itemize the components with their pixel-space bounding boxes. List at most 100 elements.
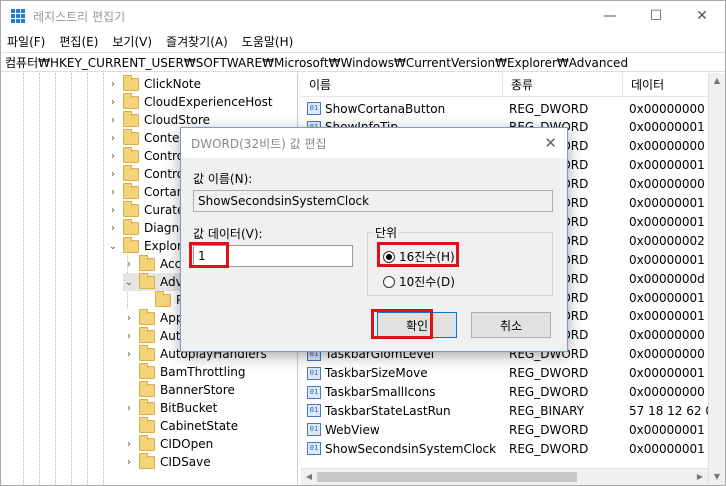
expand-chevron-icon[interactable]: › <box>107 205 119 216</box>
tree-item[interactable]: › Cortana <box>107 182 192 201</box>
expand-chevron-icon[interactable]: › <box>107 79 119 90</box>
column-header-name[interactable]: 이름 <box>301 73 503 97</box>
folder-icon <box>139 326 155 343</box>
value-type-cell: REG_DWORD <box>509 422 589 437</box>
value-row[interactable]: 01 TaskbarStateLastRun REG_BINARY 57 18 12 … <box>301 401 725 420</box>
folder-icon <box>123 92 139 109</box>
value-name-cell: 01 WebView <box>301 423 503 437</box>
value-name-cell: 01 TaskbarSmallIcons <box>301 385 503 399</box>
reg-dword-icon: 01 <box>307 404 321 418</box>
folder-icon <box>139 452 155 469</box>
menu-view[interactable]: 보기(V) <box>112 33 152 50</box>
value-row[interactable]: 01 TaskbarSmallIcons REG_DWORD 0x00000000 (… <box>301 383 725 402</box>
tree-item-label: CIDOpen <box>160 437 214 451</box>
value-row[interactable]: 01 TaskbarSizeMove REG_DWORD 0x00000001 (1 <box>301 364 725 383</box>
radio-dec-icon[interactable] <box>383 275 395 288</box>
minimize-button[interactable]: — <box>587 1 633 31</box>
tree-item-label: BannerStore <box>160 383 235 397</box>
maximize-button[interactable]: ☐ <box>633 1 679 31</box>
tree-item[interactable]: › ClickNote <box>107 74 201 93</box>
expand-chevron-icon[interactable]: ⌄ <box>107 241 119 252</box>
menu-edit[interactable]: 편집(E) <box>59 33 98 50</box>
value-name-field[interactable]: ShowSecondsinSystemClock <box>193 190 553 212</box>
menu-favorites[interactable]: 즐겨찾기(A) <box>166 33 228 50</box>
value-name-cell: 01 ShowCortanaButton <box>301 102 503 116</box>
close-button[interactable]: ✕ <box>679 1 725 31</box>
dialog-close-icon[interactable]: ✕ <box>544 134 557 152</box>
expand-chevron-icon[interactable]: › <box>123 457 135 468</box>
vertical-scrollbar[interactable]: ▲ ▼ <box>708 73 725 485</box>
expand-chevron-icon[interactable]: › <box>107 223 119 234</box>
reg-dword-icon: 01 <box>307 442 321 456</box>
tree-item[interactable]: › Auto <box>123 326 188 345</box>
folder-icon <box>123 200 139 217</box>
folder-icon <box>123 74 139 91</box>
tree-item[interactable]: › BitBucket <box>123 398 217 417</box>
folder-icon <box>123 182 139 199</box>
folder-icon <box>123 218 139 235</box>
expand-chevron-icon[interactable]: › <box>123 331 135 342</box>
tree-item[interactable]: CabinetState <box>123 416 239 435</box>
value-name: WebView <box>325 422 380 437</box>
cancel-button[interactable]: 취소 <box>471 312 551 338</box>
reg-dword-icon: 01 <box>307 366 321 380</box>
expand-chevron-icon[interactable]: › <box>123 439 135 450</box>
expand-chevron-icon[interactable]: › <box>107 115 119 126</box>
menu-file[interactable]: 파일(F) <box>7 33 45 50</box>
value-row[interactable]: 01 ShowCortanaButton REG_DWORD 0x00000000 (… <box>301 99 725 118</box>
tree-guide-line <box>23 73 24 485</box>
scroll-thumb[interactable] <box>317 472 577 482</box>
value-type-cell: REG_DWORD <box>509 101 589 116</box>
value-data-label: 값 데이터(V): <box>193 227 263 241</box>
tree-item[interactable]: › Control <box>107 146 187 165</box>
hex-radio-highlight <box>377 242 459 267</box>
tree-guide-line <box>87 73 88 485</box>
folder-icon <box>123 164 139 181</box>
tree-item[interactable]: BannerStore <box>123 380 235 399</box>
column-header-type[interactable]: 종류 <box>503 73 623 97</box>
value-type-cell: REG_DWORD <box>509 385 589 399</box>
base-group-label: 단위 <box>373 224 400 241</box>
expand-chevron-icon[interactable]: › <box>123 259 135 270</box>
menu-bar: 파일(F) 편집(E) 보기(V) 즐겨찾기(A) 도움말(H) <box>1 31 307 51</box>
expand-chevron-icon[interactable]: › <box>107 151 119 162</box>
expand-chevron-icon[interactable]: › <box>123 313 135 324</box>
tree-guide-line <box>55 73 56 485</box>
tree-item[interactable]: › Control <box>107 164 187 183</box>
reg-dword-icon: 01 <box>307 102 321 115</box>
expand-chevron-icon[interactable]: › <box>107 133 119 144</box>
scroll-up-icon[interactable]: ▲ <box>709 73 725 89</box>
value-type-cell: REG_DWORD <box>509 366 589 381</box>
tree-item[interactable]: BamThrottling <box>123 362 246 381</box>
expand-chevron-icon[interactable]: › <box>123 403 135 414</box>
value-row[interactable]: 01 WebView REG_DWORD 0x00000001 (1 <box>301 420 725 439</box>
tree-item[interactable]: › CIDSave <box>123 452 211 471</box>
scroll-left-icon[interactable]: ◀ <box>301 469 317 485</box>
horizontal-scrollbar[interactable]: ◀ ▶ <box>301 468 708 485</box>
scroll-down-icon[interactable]: ▼ <box>709 469 725 485</box>
value-name-cell: 01 TaskbarSizeMove <box>301 366 503 380</box>
tree-item[interactable]: › CloudExperienceHost <box>107 92 273 111</box>
title-bar: 레지스트리 편집기 — ☐ ✕ <box>1 1 725 31</box>
tree-item-label: CIDSave <box>160 455 211 469</box>
tree-item-label: BamThrottling <box>160 365 246 379</box>
folder-icon <box>139 344 155 361</box>
value-row[interactable]: 01 ShowSecondsinSystemClock REG_DWORD 0x000… <box>301 439 725 458</box>
value-name: TaskbarSmallIcons <box>325 385 436 399</box>
tree-item-label: CabinetState <box>160 419 239 433</box>
scroll-right-icon[interactable]: ▶ <box>692 469 708 485</box>
tree-item[interactable]: › CIDOpen <box>123 434 214 453</box>
tree-item[interactable]: P <box>139 290 183 309</box>
tree-item[interactable]: › Acce <box>123 254 189 273</box>
dialog-title: DWORD(32비트) 값 편집 <box>181 128 567 158</box>
expand-chevron-icon[interactable]: › <box>107 187 119 198</box>
expand-chevron-icon[interactable]: › <box>107 169 119 180</box>
expand-chevron-icon[interactable]: › <box>107 97 119 108</box>
expand-chevron-icon[interactable]: › <box>123 349 135 360</box>
menu-help[interactable]: 도움말(H) <box>242 33 294 50</box>
expand-chevron-icon[interactable]: ⌄ <box>123 277 135 288</box>
reg-dword-icon: 01 <box>307 423 321 437</box>
folder-icon <box>139 362 155 379</box>
radio-dec[interactable]: 10진수(D) <box>383 273 455 290</box>
address-bar[interactable]: 컴퓨터₩HKEY_CURRENT_USER₩SOFTWARE₩Microsoft… <box>1 52 725 72</box>
